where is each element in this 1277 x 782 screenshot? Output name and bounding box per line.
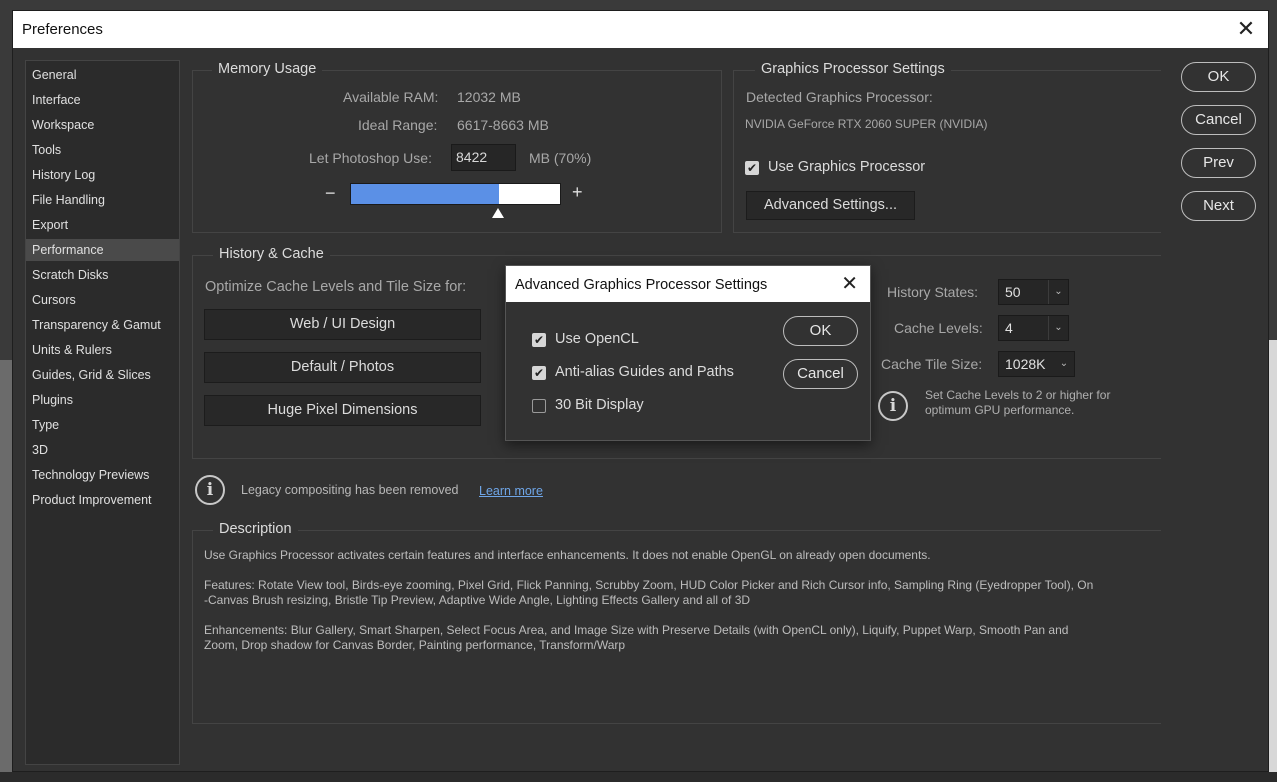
close-icon[interactable]: ✕ [1234, 17, 1258, 41]
available-ram-value: 12032 MB [457, 89, 521, 105]
sidebar-item-scratch-disks[interactable]: Scratch Disks [26, 264, 179, 286]
sidebar-item-transparency-gamut[interactable]: Transparency & Gamut [26, 314, 179, 336]
cache-levels-label: Cache Levels: [894, 320, 983, 336]
sidebar-item-technology-previews[interactable]: Technology Previews [26, 464, 179, 486]
modal-ok-button[interactable]: OK [783, 316, 858, 346]
memory-slider-fill [351, 184, 499, 204]
detected-gpu-value: NVIDIA GeForce RTX 2060 SUPER (NVIDIA) [745, 117, 988, 131]
sidebar-item-interface[interactable]: Interface [26, 89, 179, 111]
history-cache-title: History & Cache [213, 246, 330, 262]
anti-alias-label: Anti-alias Guides and Paths [555, 364, 734, 380]
description-enhancements-line2: Zoom, Drop shadow for Canvas Border, Pai… [204, 638, 626, 652]
sidebar-item-guides-grid-slices[interactable]: Guides, Grid & Slices [26, 364, 179, 386]
close-icon[interactable]: ✕ [841, 273, 858, 295]
sidebar-item-3d[interactable]: 3D [26, 439, 179, 461]
ideal-range-label: Ideal Range: [358, 117, 438, 133]
cache-tile-size-value: 1028K [1005, 356, 1046, 372]
history-states-select[interactable]: 50 ⌄ [998, 279, 1069, 305]
cache-tile-size-select[interactable]: 1028K ⌄ [998, 351, 1075, 377]
preset-web-ui-button[interactable]: Web / UI Design [204, 309, 481, 340]
ideal-range-value: 6617-8663 MB [457, 117, 549, 133]
sidebar-item-file-handling[interactable]: File Handling [26, 189, 179, 211]
sidebar-item-type[interactable]: Type [26, 414, 179, 436]
memory-usage-title: Memory Usage [212, 61, 323, 77]
description-features-line1: Features: Rotate View tool, Birds-eye zo… [204, 578, 1094, 592]
ok-button[interactable]: OK [1181, 62, 1256, 92]
sidebar-item-units-rulers[interactable]: Units & Rulers [26, 339, 179, 361]
learn-more-link[interactable]: Learn more [479, 484, 543, 499]
gpu-settings-title: Graphics Processor Settings [755, 61, 951, 77]
use-gpu-label: Use Graphics Processor [768, 159, 926, 175]
background-canvas-left [0, 360, 12, 782]
description-enhancements-line1: Enhancements: Blur Gallery, Smart Sharpe… [204, 623, 1069, 637]
description-para1: Use Graphics Processor activates certain… [204, 548, 931, 562]
memory-usage-unit: MB (70%) [529, 150, 592, 166]
cache-hint-line2: optimum GPU performance. [925, 403, 1075, 417]
memory-slider-track[interactable] [350, 183, 561, 205]
use-gpu-checkbox[interactable]: ✔ [745, 161, 759, 175]
sidebar-item-plugins[interactable]: Plugins [26, 389, 179, 411]
dialog-titlebar: Preferences ✕ [13, 11, 1268, 48]
info-icon: i [195, 475, 225, 505]
decrease-memory-button[interactable]: − [325, 183, 336, 204]
increase-memory-button[interactable]: + [572, 182, 583, 203]
thirty-bit-display-label: 30 Bit Display [555, 397, 644, 413]
chevron-down-icon: ⌄ [1048, 316, 1068, 340]
chevron-down-icon: ⌄ [1059, 358, 1069, 369]
optimize-cache-label: Optimize Cache Levels and Tile Size for: [205, 279, 467, 295]
sidebar-item-cursors[interactable]: Cursors [26, 289, 179, 311]
description-title: Description [213, 521, 298, 537]
sidebar-item-general[interactable]: General [26, 64, 179, 86]
background-canvas-right [1269, 340, 1277, 782]
sidebar-item-performance[interactable]: Performance [26, 239, 179, 261]
advanced-gpu-titlebar: Advanced Graphics Processor Settings ✕ [506, 266, 870, 302]
history-states-value: 50 [1005, 284, 1021, 300]
advanced-gpu-title: Advanced Graphics Processor Settings [515, 277, 768, 293]
use-opencl-label: Use OpenCL [555, 331, 639, 347]
history-states-label: History States: [887, 284, 979, 300]
background-canvas-bottom [0, 772, 1277, 782]
detected-gpu-label: Detected Graphics Processor: [746, 89, 933, 105]
dialog-title: Preferences [22, 21, 103, 38]
memory-usage-input[interactable]: 8422 [451, 144, 516, 171]
preset-huge-pixel-button[interactable]: Huge Pixel Dimensions [204, 395, 481, 426]
let-photoshop-use-label: Let Photoshop Use: [309, 150, 432, 166]
sidebar-item-product-improvement[interactable]: Product Improvement [26, 489, 179, 511]
sidebar-item-workspace[interactable]: Workspace [26, 114, 179, 136]
legacy-compositing-text: Legacy compositing has been removed [241, 483, 459, 497]
use-opencl-checkbox[interactable]: ✔ [532, 333, 546, 347]
preferences-sidebar: General Interface Workspace Tools History Lo… [25, 60, 180, 765]
advanced-gpu-settings-dialog: Advanced Graphics Processor Settings ✕ ✔… [505, 265, 871, 441]
cancel-button[interactable]: Cancel [1181, 105, 1256, 135]
chevron-down-icon: ⌄ [1048, 280, 1068, 304]
cache-hint-line1: Set Cache Levels to 2 or higher for [925, 388, 1111, 402]
thirty-bit-display-checkbox[interactable] [532, 399, 546, 413]
cache-tile-size-label: Cache Tile Size: [881, 356, 983, 372]
cache-levels-value: 4 [1005, 320, 1013, 336]
description-features-line2: -Canvas Brush resizing, Bristle Tip Prev… [204, 593, 751, 607]
sidebar-item-tools[interactable]: Tools [26, 139, 179, 161]
anti-alias-checkbox[interactable]: ✔ [532, 366, 546, 380]
advanced-settings-button[interactable]: Advanced Settings... [746, 191, 915, 220]
sidebar-item-export[interactable]: Export [26, 214, 179, 236]
memory-slider-thumb[interactable] [492, 208, 504, 218]
sidebar-item-history-log[interactable]: History Log [26, 164, 179, 186]
next-button[interactable]: Next [1181, 191, 1256, 221]
modal-cancel-button[interactable]: Cancel [783, 359, 858, 389]
available-ram-label: Available RAM: [343, 89, 439, 105]
info-icon: i [878, 391, 908, 421]
prev-button[interactable]: Prev [1181, 148, 1256, 178]
cache-levels-select[interactable]: 4 ⌄ [998, 315, 1069, 341]
preset-default-photos-button[interactable]: Default / Photos [204, 352, 481, 383]
